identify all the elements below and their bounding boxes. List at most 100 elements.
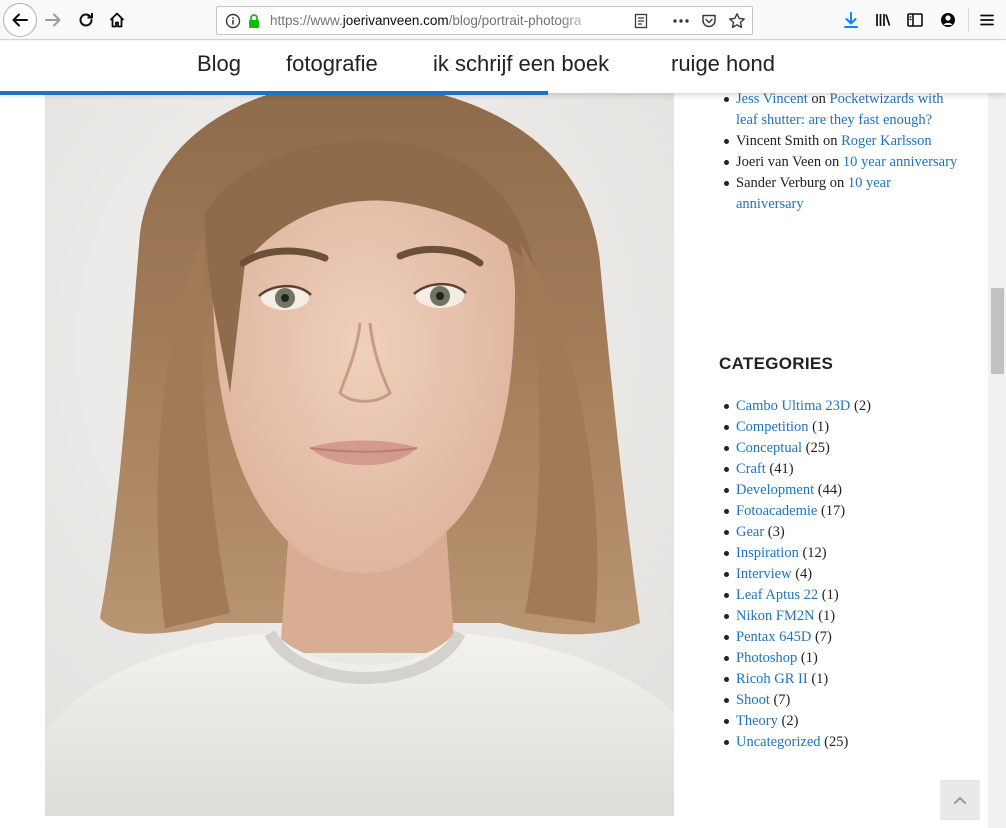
category-item: Shoot (7) bbox=[720, 690, 960, 711]
category-count: (41) bbox=[769, 461, 794, 477]
category-link[interactable]: Inspiration bbox=[736, 545, 799, 561]
category-item: Photoshop (1) bbox=[720, 648, 960, 669]
category-link[interactable]: Ricoh GR II bbox=[736, 671, 808, 687]
category-count: (2) bbox=[781, 713, 799, 729]
category-count: (1) bbox=[821, 587, 839, 603]
category-link[interactable]: Cambo Ultima 23D bbox=[736, 398, 850, 414]
bookmark-star-icon[interactable] bbox=[727, 11, 747, 31]
categories-heading: CATEGORIES bbox=[719, 354, 834, 373]
comment-on-label: on bbox=[811, 91, 826, 107]
comment-author: Joeri van Veen bbox=[736, 154, 822, 170]
category-link[interactable]: Conceptual bbox=[736, 440, 802, 456]
url-text[interactable]: https://www.joerivanveen.com/blog/portra… bbox=[270, 13, 600, 28]
nav-item-ruige-hond[interactable]: ruige hond bbox=[671, 51, 775, 77]
pocket-icon[interactable] bbox=[699, 11, 719, 31]
category-count: (1) bbox=[800, 650, 818, 666]
site-navigation: Blog fotografie ik schrijf een boek ruig… bbox=[0, 41, 1006, 93]
category-count: (4) bbox=[795, 566, 813, 582]
category-count: (3) bbox=[767, 524, 785, 540]
recent-comment-item: Sander Verburg on 10 year anniversary bbox=[720, 173, 960, 215]
category-item: Theory (2) bbox=[720, 711, 960, 732]
category-link[interactable]: Nikon FM2N bbox=[736, 608, 815, 624]
lock-icon[interactable] bbox=[244, 11, 264, 31]
category-link[interactable]: Competition bbox=[736, 419, 809, 435]
category-item: Pentax 645D (7) bbox=[720, 627, 960, 648]
category-item: Nikon FM2N (1) bbox=[720, 606, 960, 627]
home-button[interactable] bbox=[101, 4, 133, 36]
scrollbar-thumb[interactable] bbox=[991, 288, 1004, 374]
category-count: (25) bbox=[824, 734, 849, 750]
menu-icon bbox=[980, 14, 994, 26]
back-arrow-icon bbox=[12, 13, 28, 27]
category-link[interactable]: Shoot bbox=[736, 692, 770, 708]
category-link[interactable]: Photoshop bbox=[736, 650, 797, 666]
comment-author[interactable]: Jess Vincent bbox=[736, 91, 808, 107]
category-link[interactable]: Development bbox=[736, 482, 814, 498]
category-link[interactable]: Leaf Aptus 22 bbox=[736, 587, 818, 603]
category-item: Interview (4) bbox=[720, 564, 960, 585]
category-count: (1) bbox=[812, 419, 830, 435]
category-count: (25) bbox=[805, 440, 830, 456]
sidebar-button[interactable] bbox=[899, 4, 931, 36]
info-icon[interactable] bbox=[223, 11, 243, 31]
category-item: Fotoacademie (17) bbox=[720, 501, 960, 522]
category-count: (2) bbox=[854, 398, 871, 414]
category-link[interactable]: Fotoacademie bbox=[736, 503, 817, 519]
category-count: (12) bbox=[802, 545, 827, 561]
comment-on-label: on bbox=[822, 133, 838, 149]
forward-button[interactable] bbox=[37, 4, 69, 36]
library-icon bbox=[876, 14, 891, 26]
back-button[interactable] bbox=[3, 3, 37, 37]
category-link[interactable]: Pentax 645D bbox=[736, 629, 811, 645]
category-item: Development (44) bbox=[720, 480, 960, 501]
comment-on-label: on bbox=[824, 154, 840, 170]
toolbar-separator bbox=[968, 8, 969, 32]
category-item: Cambo Ultima 23D (2) bbox=[720, 396, 960, 417]
reading-progress-bar bbox=[0, 91, 549, 95]
category-count: (7) bbox=[814, 629, 832, 645]
category-link[interactable]: Uncategorized bbox=[736, 734, 821, 750]
back-to-top-button[interactable] bbox=[940, 780, 980, 820]
nav-item-fotografie[interactable]: fotografie bbox=[286, 51, 378, 77]
category-link[interactable]: Theory bbox=[736, 713, 778, 729]
category-item: Craft (41) bbox=[720, 459, 960, 480]
browser-toolbar: https://www.joerivanveen.com/blog/portra… bbox=[0, 0, 1006, 40]
url-bar[interactable]: https://www.joerivanveen.com/blog/portra… bbox=[216, 6, 753, 35]
comment-author: Vincent Smith bbox=[736, 133, 820, 149]
recent-comment-item: Joeri van Veen on 10 year anniversary bbox=[720, 152, 960, 173]
comment-post-link[interactable]: 10 year anniversary bbox=[843, 154, 957, 170]
nav-item-blog[interactable]: Blog bbox=[197, 51, 241, 77]
reload-button[interactable] bbox=[70, 4, 102, 36]
chevron-up-icon bbox=[954, 797, 966, 804]
portrait-photo bbox=[45, 93, 674, 816]
category-link[interactable]: Gear bbox=[736, 524, 764, 540]
downloads-button[interactable] bbox=[835, 4, 867, 36]
category-item: Leaf Aptus 22 (1) bbox=[720, 585, 960, 606]
account-icon bbox=[941, 13, 955, 27]
page-scrollbar[interactable] bbox=[988, 41, 1006, 828]
download-icon bbox=[844, 12, 858, 28]
menu-button[interactable] bbox=[971, 4, 1003, 36]
comment-author: Sander Verburg bbox=[736, 175, 827, 191]
more-actions-icon[interactable] bbox=[671, 11, 691, 31]
category-item: Uncategorized (25) bbox=[720, 732, 960, 753]
forward-arrow-icon bbox=[45, 13, 61, 27]
reload-icon bbox=[79, 13, 93, 27]
recent-comments-list: Jess Vincent on Pocketwizards with leaf … bbox=[720, 89, 960, 215]
nav-item-boek[interactable]: ik schrijf een boek bbox=[433, 51, 609, 77]
category-item: Conceptual (25) bbox=[720, 438, 960, 459]
library-button[interactable] bbox=[867, 4, 899, 36]
category-link[interactable]: Interview bbox=[736, 566, 792, 582]
comment-post-link[interactable]: Roger Karlsson bbox=[841, 133, 932, 149]
category-item: Ricoh GR II (1) bbox=[720, 669, 960, 690]
recent-comment-item: Jess Vincent on Pocketwizards with leaf … bbox=[720, 89, 960, 131]
category-count: (1) bbox=[818, 608, 836, 624]
category-link[interactable]: Craft bbox=[736, 461, 766, 477]
sidebar-icon bbox=[907, 13, 923, 27]
category-count: (1) bbox=[811, 671, 829, 687]
category-item: Gear (3) bbox=[720, 522, 960, 543]
reader-view-icon[interactable] bbox=[631, 11, 651, 31]
account-button[interactable] bbox=[932, 4, 964, 36]
category-item: Competition (1) bbox=[720, 417, 960, 438]
categories-list: Cambo Ultima 23D (2) Competition (1) Conce… bbox=[720, 396, 960, 753]
